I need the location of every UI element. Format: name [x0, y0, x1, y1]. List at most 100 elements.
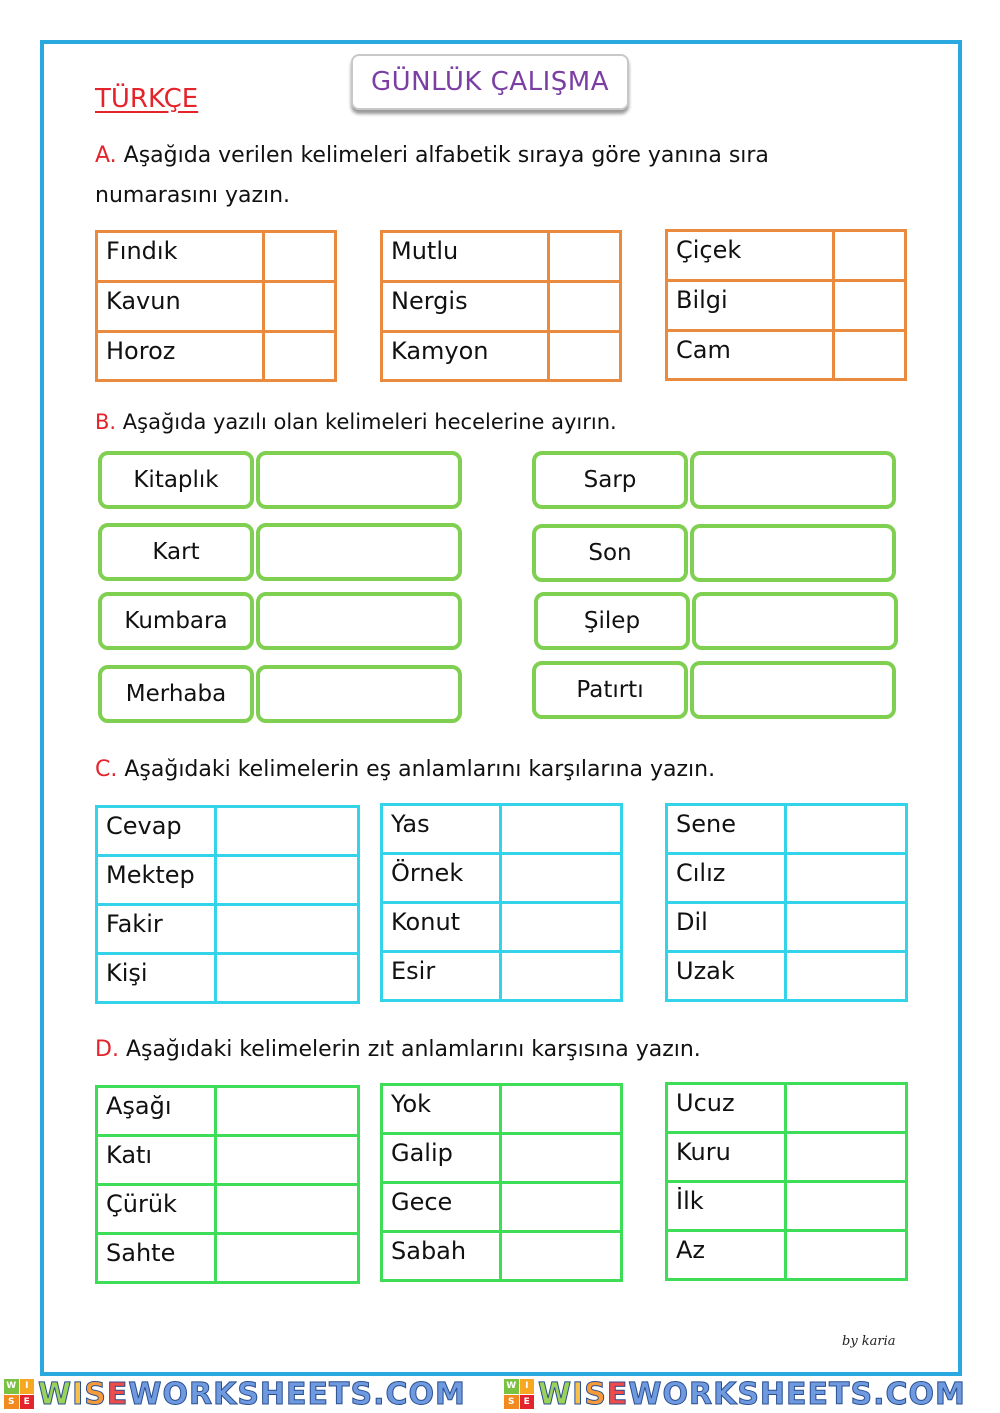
answer-cell[interactable]: [499, 1230, 623, 1282]
answer-cell[interactable]: [832, 329, 907, 381]
watermark-text: WISEWORKSHEETS.COM: [537, 1376, 966, 1412]
table-row: Çiçek: [665, 229, 907, 282]
answer-cell[interactable]: [547, 330, 622, 382]
section-c-letter: C.: [95, 757, 118, 782]
table-row: Esir: [380, 950, 623, 1002]
table-row: Sahte: [95, 1232, 360, 1284]
syllable-answer-box[interactable]: [256, 451, 462, 509]
answer-cell[interactable]: [214, 854, 360, 906]
section-d-instruction-text: Aşağıdaki kelimelerin zıt anlamlarını ka…: [125, 1037, 701, 1062]
word-cell: Uzak: [665, 950, 787, 1002]
word-cell: Kavun: [95, 280, 265, 333]
answer-cell[interactable]: [784, 852, 908, 904]
answer-cell[interactable]: [832, 229, 907, 282]
answer-cell[interactable]: [214, 1085, 360, 1137]
word-cell: Katı: [95, 1134, 217, 1186]
syllable-row: Son: [532, 524, 896, 582]
table-row: Az: [665, 1229, 908, 1281]
answer-cell[interactable]: [499, 901, 623, 953]
syllable-answer-box[interactable]: [690, 451, 896, 509]
answer-cell[interactable]: [262, 230, 337, 283]
section-a-instruction-line1: Aşağıda verilen kelimeleri alfabetik sır…: [123, 143, 769, 168]
answer-cell[interactable]: [214, 1134, 360, 1186]
word-cell: İlk: [665, 1180, 787, 1232]
logo-letter: S: [4, 1394, 19, 1409]
answer-cell[interactable]: [784, 950, 908, 1002]
logo-letter: E: [19, 1394, 34, 1409]
answer-cell[interactable]: [832, 279, 907, 332]
watermark-text: WISEWORKSHEETS.COM: [37, 1376, 466, 1412]
word-cell: Kamyon: [380, 330, 550, 382]
section-c-table-2: Yas Örnek Konut Esir: [380, 803, 623, 1002]
watermark-brand: W I S E WISEWORKSHEETS.COM: [0, 1375, 500, 1413]
word-cell: Çürük: [95, 1183, 217, 1235]
section-c-instruction: C. Aşağıdaki kelimelerin eş anlamlarını …: [95, 750, 715, 790]
syllable-row: Sarp: [532, 451, 896, 509]
syllable-row: Merhaba: [98, 665, 462, 723]
table-row: Sabah: [380, 1230, 623, 1282]
answer-cell[interactable]: [499, 1083, 623, 1135]
answer-cell[interactable]: [547, 230, 622, 283]
section-a-instruction: A. Aşağıda verilen kelimeleri alfabetik …: [95, 136, 769, 216]
table-row: Nergis: [380, 280, 622, 333]
word-cell: Örnek: [380, 852, 502, 904]
logo-letter: S: [504, 1394, 519, 1409]
section-c-table-3: Sene Cılız Dil Uzak: [665, 803, 908, 1002]
answer-cell[interactable]: [499, 803, 623, 855]
section-d-instruction: D. Aşağıdaki kelimelerin zıt anlamlarını…: [95, 1030, 701, 1070]
answer-cell[interactable]: [262, 330, 337, 382]
syllable-answer-box[interactable]: [690, 524, 896, 582]
subject-heading: TÜRKÇE: [95, 84, 199, 114]
word-cell: Fakir: [95, 903, 217, 955]
answer-cell[interactable]: [547, 280, 622, 333]
section-d-table-3: Ucuz Kuru İlk Az: [665, 1082, 908, 1281]
table-row: Horoz: [95, 330, 337, 382]
section-d-table-1: Aşağı Katı Çürük Sahte: [95, 1085, 360, 1284]
table-row: Fakir: [95, 903, 360, 955]
syllable-answer-box[interactable]: [692, 592, 898, 650]
answer-cell[interactable]: [214, 1232, 360, 1284]
syllable-answer-box[interactable]: [256, 665, 462, 723]
table-row: Kişi: [95, 952, 360, 1004]
table-row: Kavun: [95, 280, 337, 333]
wise-logo-icon: W I S E: [4, 1379, 34, 1409]
table-row: Kamyon: [380, 330, 622, 382]
syllable-row: Kart: [98, 523, 462, 581]
syllable-answer-box[interactable]: [256, 523, 462, 581]
word-cell: Sabah: [380, 1230, 502, 1282]
word-cell: Cevap: [95, 805, 217, 857]
table-row: Örnek: [380, 852, 623, 904]
table-row: Mutlu: [380, 230, 622, 283]
section-a-table-2: Mutlu Nergis Kamyon: [380, 230, 622, 382]
table-row: Yas: [380, 803, 623, 855]
word-cell: Cılız: [665, 852, 787, 904]
table-row: Kuru: [665, 1131, 908, 1183]
answer-cell[interactable]: [499, 950, 623, 1002]
syllable-word: Kumbara: [98, 592, 254, 650]
answer-cell[interactable]: [784, 803, 908, 855]
section-a-table-1: Fındık Kavun Horoz: [95, 230, 337, 382]
answer-cell[interactable]: [214, 903, 360, 955]
answer-cell[interactable]: [784, 1180, 908, 1232]
word-cell: Çiçek: [665, 229, 835, 282]
answer-cell[interactable]: [499, 1132, 623, 1184]
answer-cell[interactable]: [262, 280, 337, 333]
answer-cell[interactable]: [784, 1082, 908, 1134]
table-row: Ucuz: [665, 1082, 908, 1134]
answer-cell[interactable]: [214, 1183, 360, 1235]
answer-cell[interactable]: [784, 1229, 908, 1281]
section-d-table-2: Yok Galip Gece Sabah: [380, 1083, 623, 1282]
table-row: Mektep: [95, 854, 360, 906]
syllable-word: Sarp: [532, 451, 688, 509]
answer-cell[interactable]: [784, 901, 908, 953]
answer-cell[interactable]: [214, 805, 360, 857]
answer-cell[interactable]: [784, 1131, 908, 1183]
table-row: Katı: [95, 1134, 360, 1186]
answer-cell[interactable]: [499, 1181, 623, 1233]
syllable-answer-box[interactable]: [256, 592, 462, 650]
answer-cell[interactable]: [499, 852, 623, 904]
watermark-rest: WORKSHEETS.COM: [628, 1376, 966, 1412]
syllable-answer-box[interactable]: [690, 661, 896, 719]
logo-letter: I: [519, 1379, 534, 1394]
answer-cell[interactable]: [214, 952, 360, 1004]
